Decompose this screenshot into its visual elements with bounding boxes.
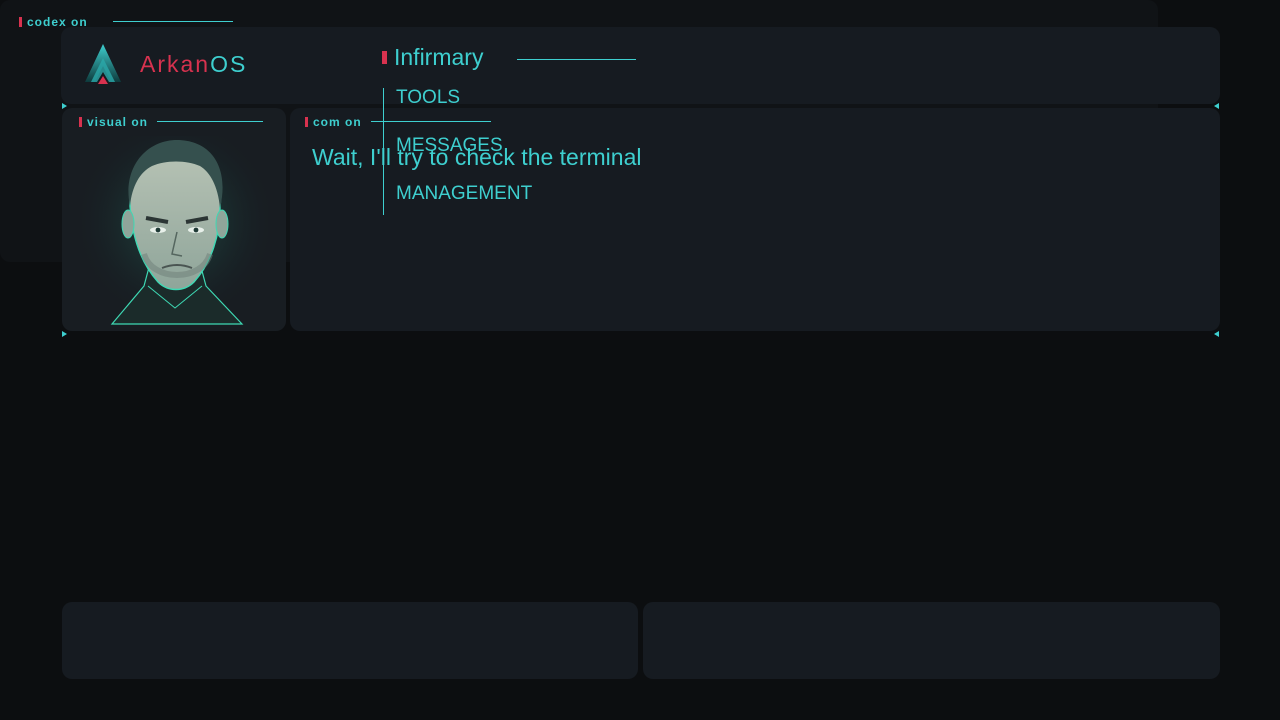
visual-panel: visual on <box>62 108 286 331</box>
codex-title-wrap: Infirmary <box>382 44 483 71</box>
visual-tag: visual on <box>79 115 148 129</box>
brand-title: ArkanOS <box>140 51 247 78</box>
bottom-left-panel <box>62 602 638 679</box>
codex-tag-label: codex on <box>27 15 88 29</box>
menu-item-tools[interactable]: TOOLS <box>384 88 532 136</box>
portrait-image <box>82 136 268 326</box>
edge-marker-icon <box>1214 103 1219 109</box>
header-bar: ArkanOS <box>61 27 1220 104</box>
tag-bar-icon <box>79 117 82 127</box>
com-tag-label: com on <box>313 115 362 129</box>
brand-part2: OS <box>210 51 248 77</box>
menu-item-messages[interactable]: MESSAGES <box>384 136 532 184</box>
codex-menu: TOOLS MESSAGES MANAGEMENT <box>383 88 532 215</box>
arkanos-logo-icon <box>85 44 121 84</box>
visual-tag-label: visual on <box>87 115 149 129</box>
codex-title: Infirmary <box>394 44 484 70</box>
bottom-right-panel <box>643 602 1220 679</box>
menu-item-management[interactable]: MANAGEMENT <box>384 184 532 232</box>
divider-line <box>157 121 263 122</box>
edge-marker-icon <box>62 103 67 109</box>
com-tag: com on <box>305 115 362 129</box>
divider-line <box>113 21 233 22</box>
edge-marker-icon <box>62 331 67 337</box>
codex-tag: codex on <box>19 15 88 29</box>
tag-bar-icon <box>19 17 22 27</box>
divider-line <box>517 59 636 60</box>
title-bar-icon <box>382 51 387 64</box>
brand-part1: Arkan <box>140 51 211 77</box>
tag-bar-icon <box>305 117 308 127</box>
edge-marker-icon <box>1214 331 1219 337</box>
